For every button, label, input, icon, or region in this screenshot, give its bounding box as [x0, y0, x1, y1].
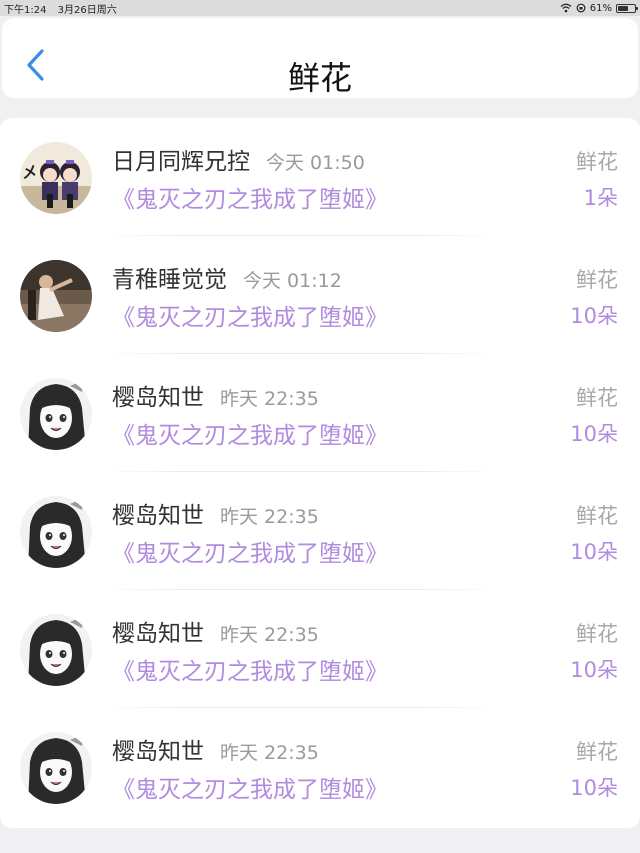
- avatar-image: 㐅: [20, 142, 92, 214]
- user-name: 日月同辉兄控 今天 01:50: [112, 142, 365, 176]
- timestamp: 昨天 22:35: [220, 506, 319, 528]
- timestamp: 今天 01:50: [266, 152, 365, 174]
- avatar-image: [20, 732, 92, 804]
- avatar[interactable]: [20, 378, 92, 450]
- status-time: 下午1:24: [4, 4, 47, 16]
- timestamp: 昨天 22:35: [220, 624, 319, 646]
- avatar-image: [20, 614, 92, 686]
- avatar[interactable]: [20, 732, 92, 804]
- gift-count: 10朵: [570, 658, 618, 682]
- list-item[interactable]: 㐅 日月同辉兄控 今天 01:50 《鬼灭之刃之我成了堕姬》 鲜花 1朵: [0, 118, 640, 236]
- gift-count: 10朵: [570, 304, 618, 328]
- book-title-link[interactable]: 《鬼灭之刃之我成了堕姬》: [112, 416, 388, 450]
- battery-percent: 61%: [589, 2, 612, 14]
- book-title-link[interactable]: 《鬼灭之刃之我成了堕姬》: [112, 534, 388, 568]
- gift-count: 10朵: [570, 540, 618, 564]
- list-item[interactable]: 樱岛知世 昨天 22:35 《鬼灭之刃之我成了堕姬》 鲜花 10朵: [0, 472, 640, 590]
- user-name-text: 青稚睡觉觉: [112, 267, 227, 293]
- list-item[interactable]: 樱岛知世 昨天 22:35 《鬼灭之刃之我成了堕姬》 鲜花 10朵: [0, 590, 640, 708]
- gift-type: 鲜花: [576, 622, 618, 646]
- avatar-image: [20, 496, 92, 568]
- list-item[interactable]: 樱岛知世 昨天 22:35 《鬼灭之刃之我成了堕姬》 鲜花 10朵: [0, 708, 640, 826]
- wifi-icon: [560, 3, 572, 13]
- user-name: 青稚睡觉觉 今天 01:12: [112, 260, 342, 294]
- timestamp: 今天 01:12: [243, 270, 342, 292]
- list-item[interactable]: 青稚睡觉觉 今天 01:12 《鬼灭之刃之我成了堕姬》 鲜花 10朵: [0, 236, 640, 354]
- book-title-link[interactable]: 《鬼灭之刃之我成了堕姬》: [112, 298, 388, 332]
- svg-text:㐅: 㐅: [22, 163, 38, 182]
- avatar[interactable]: [20, 260, 92, 332]
- avatar[interactable]: [20, 614, 92, 686]
- timestamp: 昨天 22:35: [220, 742, 319, 764]
- user-name-text: 樱岛知世: [112, 621, 204, 647]
- gift-type: 鲜花: [576, 740, 618, 764]
- book-title-link[interactable]: 《鬼灭之刃之我成了堕姬》: [112, 652, 388, 686]
- battery-fill: [618, 5, 628, 11]
- page-title: 鲜花: [287, 59, 352, 97]
- status-bar: 下午1:24 3月26日周六 61%: [0, 0, 640, 16]
- avatar[interactable]: [20, 496, 92, 568]
- user-name: 樱岛知世 昨天 22:35: [112, 614, 319, 648]
- gift-count: 1朵: [583, 186, 618, 210]
- gift-count: 10朵: [570, 422, 618, 446]
- gift-type: 鲜花: [576, 504, 618, 528]
- user-name-text: 日月同辉兄控: [112, 149, 250, 175]
- gift-count: 10朵: [570, 776, 618, 800]
- gift-type: 鲜花: [576, 268, 618, 292]
- nav-header: 鲜花: [2, 18, 638, 98]
- orientation-lock-icon: [576, 3, 586, 13]
- user-name: 樱岛知世 昨天 22:35: [112, 378, 319, 412]
- gift-record-list: 㐅 日月同辉兄控 今天 01:50 《鬼灭之刃之我成了堕姬》 鲜花 1朵 青稚睡觉觉 今天…: [0, 118, 640, 828]
- book-title-link[interactable]: 《鬼灭之刃之我成了堕姬》: [112, 180, 388, 214]
- avatar-image: [20, 378, 92, 450]
- timestamp: 昨天 22:35: [220, 388, 319, 410]
- gift-type: 鲜花: [576, 150, 618, 174]
- status-date: 3月26日周六: [57, 4, 117, 16]
- avatar[interactable]: 㐅: [20, 142, 92, 214]
- gift-type: 鲜花: [576, 386, 618, 410]
- user-name: 樱岛知世 昨天 22:35: [112, 732, 319, 766]
- list-item[interactable]: 樱岛知世 昨天 22:35 《鬼灭之刃之我成了堕姬》 鲜花 10朵: [0, 354, 640, 472]
- user-name-text: 樱岛知世: [112, 385, 204, 411]
- user-name: 樱岛知世 昨天 22:35: [112, 496, 319, 530]
- battery-icon: [616, 3, 638, 13]
- book-title-link[interactable]: 《鬼灭之刃之我成了堕姬》: [112, 770, 388, 804]
- avatar-image: [20, 260, 92, 332]
- user-name-text: 樱岛知世: [112, 503, 204, 529]
- user-name-text: 樱岛知世: [112, 739, 204, 765]
